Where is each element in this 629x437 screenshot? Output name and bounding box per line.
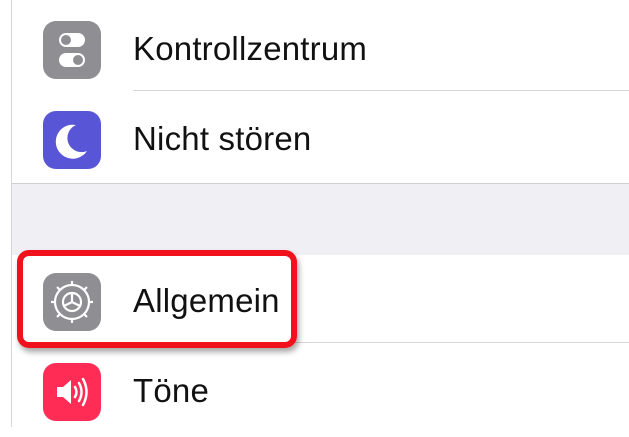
highlight-box bbox=[17, 250, 297, 348]
settings-list: Kontrollzentrum Nicht stören Allgemein T… bbox=[11, 0, 629, 433]
control-center-icon bbox=[43, 21, 101, 79]
moon-icon bbox=[43, 111, 101, 169]
settings-item-nicht-stoeren[interactable]: Nicht stören bbox=[12, 93, 629, 181]
settings-item-label: Töne bbox=[133, 372, 210, 409]
settings-item-toene[interactable]: Töne bbox=[12, 345, 629, 433]
settings-item-label: Kontrollzentrum bbox=[133, 30, 368, 67]
settings-item-label: Nicht stören bbox=[133, 120, 312, 157]
row-divider bbox=[133, 90, 629, 91]
speaker-icon bbox=[43, 363, 101, 421]
section-separator bbox=[12, 183, 629, 256]
settings-item-kontrollzentrum[interactable]: Kontrollzentrum bbox=[12, 3, 629, 91]
